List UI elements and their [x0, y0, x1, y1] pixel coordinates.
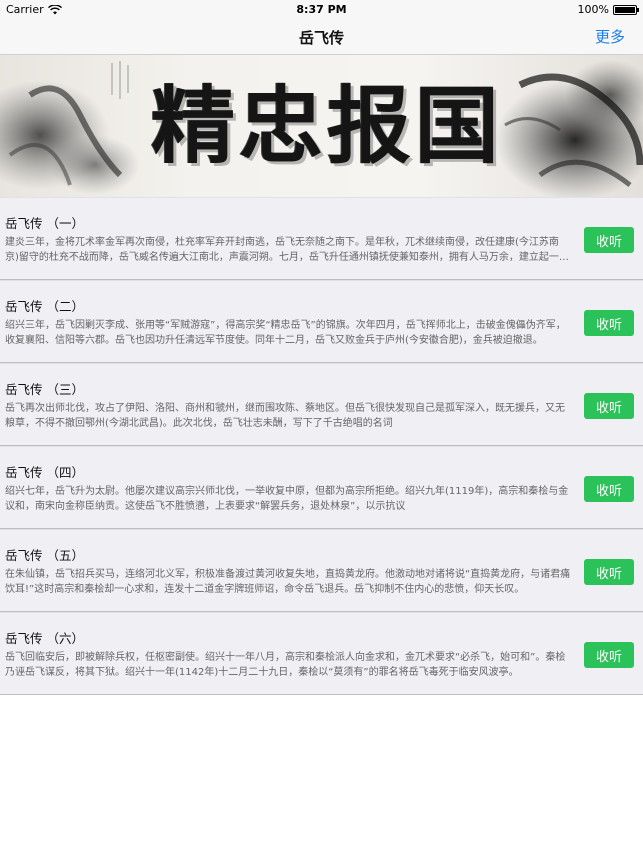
- list-item[interactable]: 岳飞传 （五） 在朱仙镇，岳飞招兵买马，连络河北义军，积极准备渡过黄河收复失地，…: [0, 529, 643, 612]
- battery-percent: 100%: [577, 3, 609, 16]
- listen-button[interactable]: 收听: [584, 476, 634, 502]
- status-right: 100%: [577, 3, 639, 16]
- list-item[interactable]: 岳飞传 （六） 岳飞回临安后，即被解除兵权，任枢密副使。绍兴十一年八月，高宗和秦…: [0, 612, 643, 695]
- item-title: 岳飞传 （二）: [5, 299, 84, 314]
- status-bar: Carrier 8:37 PM 100%: [0, 0, 643, 20]
- listen-button[interactable]: 收听: [584, 310, 634, 336]
- listen-button[interactable]: 收听: [584, 227, 634, 253]
- list-item[interactable]: 岳飞传 （四） 绍兴七年，岳飞升为太尉。他屡次建议高宗兴师北伐，一举收复中原，但…: [0, 446, 643, 529]
- item-title: 岳飞传 （四）: [5, 465, 84, 480]
- item-description: 岳飞再次出师北伐，攻占了伊阳、洛阳、商州和虢州，继而围攻陈、蔡地区。但岳飞很快发…: [5, 403, 565, 429]
- nav-bar: 岳飞传 更多: [0, 20, 643, 55]
- listen-button[interactable]: 收听: [584, 642, 634, 668]
- item-title: 岳飞传 （六）: [5, 631, 84, 646]
- list-item[interactable]: 岳飞传 （三） 岳飞再次出师北伐，攻占了伊阳、洛阳、商州和虢州，继而围攻陈、蔡地…: [0, 363, 643, 446]
- battery-icon: [613, 4, 639, 15]
- item-description: 岳飞回临安后，即被解除兵权，任枢密副使。绍兴十一年八月，高宗和秦桧派人向金求和，…: [5, 652, 566, 678]
- banner: 精忠报国: [0, 55, 643, 197]
- status-time: 8:37 PM: [296, 3, 347, 16]
- item-description: 绍兴七年，岳飞升为太尉。他屡次建议高宗兴师北伐，一举收复中原，但都为高宗所拒绝。…: [5, 486, 569, 512]
- item-title: 岳飞传 （三）: [5, 382, 84, 397]
- item-title: 岳飞传 （一）: [5, 216, 84, 231]
- listen-button[interactable]: 收听: [584, 393, 634, 419]
- more-button[interactable]: 更多: [595, 26, 625, 47]
- item-description: 在朱仙镇，岳飞招兵买马，连络河北义军，积极准备渡过黄河收复失地，直捣黄龙府。他激…: [5, 569, 571, 595]
- chapter-list: 岳飞传 （一） 建炎三年，金将兀术率金军再次南侵，杜充率军弃开封南逃，岳飞无奈随…: [0, 197, 643, 695]
- item-description: 建炎三年，金将兀术率金军再次南侵，杜充率军弃开封南逃，岳飞无奈随之南下。是年秋，…: [5, 237, 569, 263]
- item-description: 绍兴三年，岳飞因剿灭李成、张用等“军贼游寇”，得高宗奖“精忠岳飞”的锦旗。次年四…: [5, 320, 566, 346]
- banner-title: 精忠报国: [150, 76, 503, 175]
- page-title: 岳飞传: [298, 29, 344, 47]
- list-item[interactable]: 岳飞传 （二） 绍兴三年，岳飞因剿灭李成、张用等“军贼游寇”，得高宗奖“精忠岳飞…: [0, 280, 643, 363]
- listen-button[interactable]: 收听: [584, 559, 634, 585]
- item-title: 岳飞传 （五）: [5, 548, 84, 563]
- list-item[interactable]: 岳飞传 （一） 建炎三年，金将兀术率金军再次南侵，杜充率军弃开封南逃，岳飞无奈随…: [0, 197, 643, 280]
